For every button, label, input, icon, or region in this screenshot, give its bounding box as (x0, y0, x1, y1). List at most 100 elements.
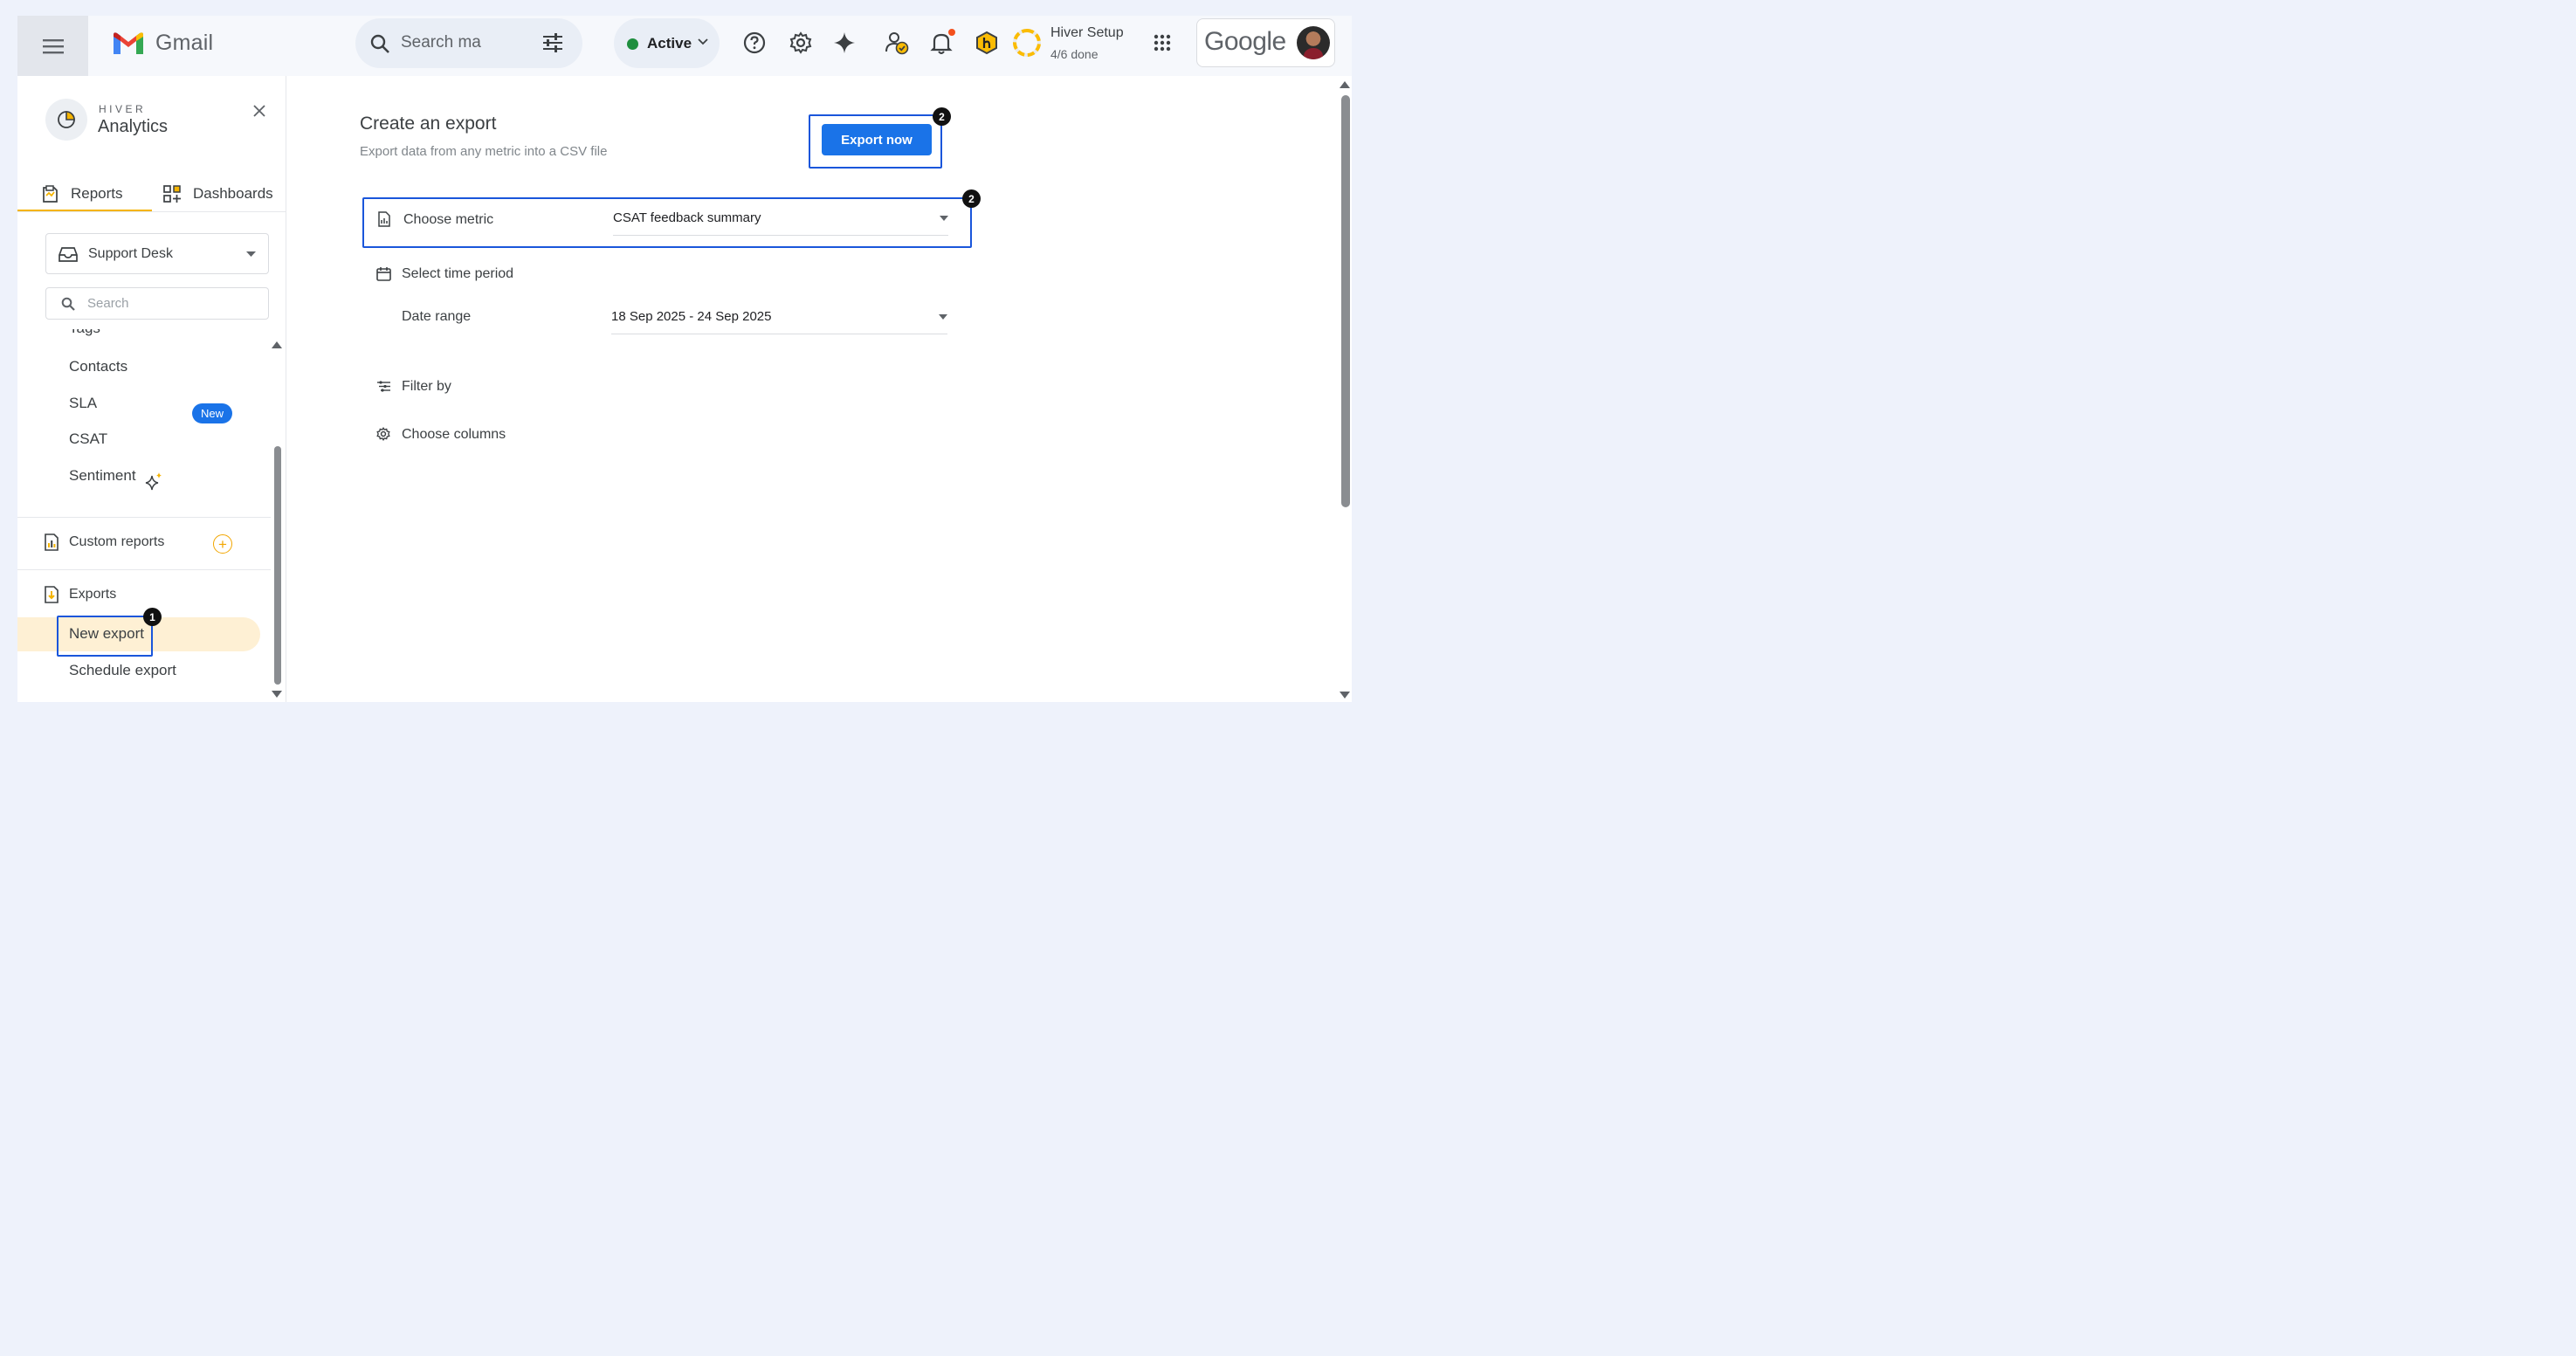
export-now-button[interactable]: Export now (822, 124, 932, 155)
export-panel: Create an export Export data from any me… (287, 76, 1352, 702)
date-range-select[interactable]: 18 Sep 2025 - 24 Sep 2025 (611, 309, 772, 324)
step-1-highlight (57, 616, 153, 657)
metric-select[interactable]: CSAT feedback summary (613, 210, 761, 225)
caret-down-icon (246, 251, 256, 257)
sidebar-item-schedule-export[interactable]: Schedule export (69, 662, 176, 679)
custom-report-icon (45, 533, 59, 551)
hiver-hexagon-icon (976, 31, 997, 55)
metric-report-icon (378, 211, 390, 227)
gemini-button[interactable] (832, 31, 857, 55)
tab-dashboards-label: Dashboards (193, 185, 273, 202)
setup-title: Hiver Setup (1050, 25, 1124, 40)
top-bar: Gmail Search ma Active Hiver Setup 4/6 d… (17, 16, 1352, 76)
notification-dot (948, 29, 955, 36)
inbox-icon (59, 247, 78, 262)
setup-progress-text: 4/6 done (1050, 47, 1099, 61)
scroll-down-icon[interactable] (272, 691, 282, 698)
step-1-badge: 1 (143, 608, 162, 626)
mail-search-bar[interactable]: Search ma (355, 18, 582, 68)
hiver-analytics-logo (45, 99, 87, 141)
sidebar-item-contacts[interactable]: Contacts (69, 358, 127, 375)
sidebar-item-tags[interactable]: Tags (69, 329, 100, 337)
scroll-up-icon[interactable] (272, 341, 282, 348)
close-icon[interactable] (253, 105, 265, 117)
add-custom-report-button[interactable]: + (213, 534, 232, 554)
metric-select-underline (613, 235, 948, 236)
apps-grid-icon (1154, 34, 1171, 52)
hamburger-icon (42, 38, 64, 53)
pie-chart-icon (58, 111, 75, 128)
sidebar-item-sla[interactable]: SLA (69, 395, 97, 412)
analytics-sidebar: HIVER Analytics Reports Dashboards Suppo… (17, 76, 286, 702)
main-menu-button[interactable] (17, 16, 88, 76)
gear-icon (376, 427, 390, 441)
dashboard-icon (163, 185, 181, 203)
custom-reports-section[interactable]: Custom reports (45, 533, 164, 551)
calendar-icon (376, 267, 391, 281)
search-options-icon[interactable] (542, 33, 563, 52)
ai-sparkle-icon (145, 472, 162, 491)
scroll-up-icon[interactable] (1340, 81, 1350, 88)
gmail-m-icon (114, 32, 143, 54)
google-apps-button[interactable] (1154, 34, 1171, 56)
filter-by-button[interactable]: Filter by (402, 379, 451, 395)
date-range-label: Date range (402, 309, 472, 324)
report-icon (43, 185, 58, 203)
caret-down-icon[interactable] (940, 216, 948, 221)
choose-metric-label: Choose metric (403, 212, 494, 227)
brand-title: Analytics (98, 117, 169, 136)
page-subtitle: Export data from any metric into a CSV f… (360, 144, 608, 159)
sidebar-item-csat[interactable]: CSAT (69, 430, 107, 448)
exports-label: Exports (69, 587, 117, 602)
caret-down-icon[interactable] (939, 314, 947, 320)
account-switcher[interactable]: Google (1196, 18, 1335, 67)
gear-icon (789, 31, 812, 54)
custom-reports-label: Custom reports (69, 534, 165, 549)
setup-progress-ring (1013, 29, 1041, 57)
section-divider (17, 569, 271, 570)
status-selector[interactable]: Active (614, 18, 720, 68)
gmail-wordmark: Gmail (155, 30, 214, 55)
search-icon[interactable] (369, 33, 390, 54)
step-2-badge: 2 (933, 107, 951, 126)
section-divider (17, 517, 271, 518)
tab-dashboards[interactable]: Dashboards (163, 176, 273, 212)
user-check-icon (885, 32, 909, 55)
status-dot (627, 38, 638, 50)
gmail-logo[interactable]: Gmail (112, 30, 213, 56)
tab-reports[interactable]: Reports (41, 176, 123, 212)
choose-columns-button[interactable]: Choose columns (402, 427, 506, 443)
step-2-metric-badge: 2 (962, 189, 981, 208)
export-file-icon (45, 586, 59, 603)
avatar[interactable] (1297, 26, 1330, 59)
mail-search-input[interactable]: Search ma (401, 33, 481, 52)
sidebar-search-input[interactable]: Search (45, 287, 269, 320)
sidebar-scroll-thumb[interactable] (274, 446, 281, 685)
exports-section[interactable]: Exports (45, 586, 116, 603)
status-label: Active (647, 35, 692, 52)
filter-icon (377, 381, 390, 392)
sidebar-search-placeholder: Search (87, 296, 129, 311)
brand-small-label: HIVER (99, 103, 147, 115)
search-icon (61, 297, 75, 311)
desk-selector[interactable]: Support Desk (45, 233, 269, 274)
desk-selector-label: Support Desk (88, 246, 173, 261)
tab-divider (17, 211, 286, 212)
sidebar-item-sentiment[interactable]: Sentiment (69, 467, 136, 485)
report-list: Tags Contacts SLA New CSAT Sentiment (17, 329, 271, 521)
help-icon (743, 31, 766, 54)
time-period-label: Select time period (402, 266, 514, 281)
settings-button[interactable] (789, 31, 813, 55)
availability-button[interactable] (885, 31, 909, 55)
hiver-button[interactable] (975, 31, 999, 55)
app-window: Gmail Search ma Active Hiver Setup 4/6 d… (17, 16, 1352, 702)
tab-reports-label: Reports (71, 185, 123, 202)
sparkle-icon (834, 32, 855, 53)
help-button[interactable] (742, 31, 767, 55)
new-badge: New (192, 403, 232, 423)
main-scroll-thumb[interactable] (1341, 95, 1350, 507)
page-title: Create an export (360, 114, 497, 134)
chevron-down-icon (698, 38, 708, 45)
google-wordmark: Google (1204, 27, 1286, 56)
scroll-down-icon[interactable] (1340, 692, 1350, 699)
